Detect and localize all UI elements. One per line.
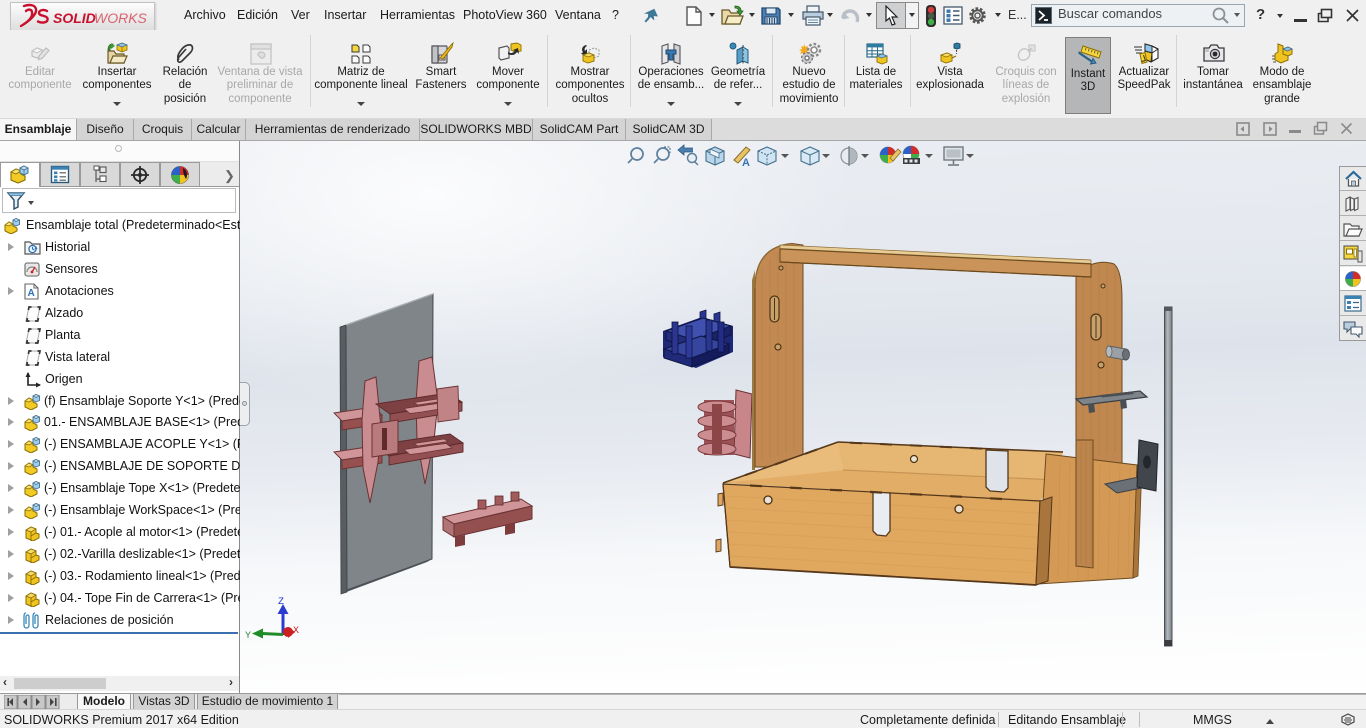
svg-text:Y: Y — [245, 631, 251, 642]
svg-text:A: A — [28, 288, 35, 299]
svg-text:WORKS: WORKS — [94, 10, 148, 26]
svg-text:A: A — [742, 157, 750, 169]
svg-text:X: X — [293, 626, 299, 637]
svg-text:Z: Z — [278, 597, 284, 608]
svg-text:SOLID: SOLID — [53, 10, 96, 26]
